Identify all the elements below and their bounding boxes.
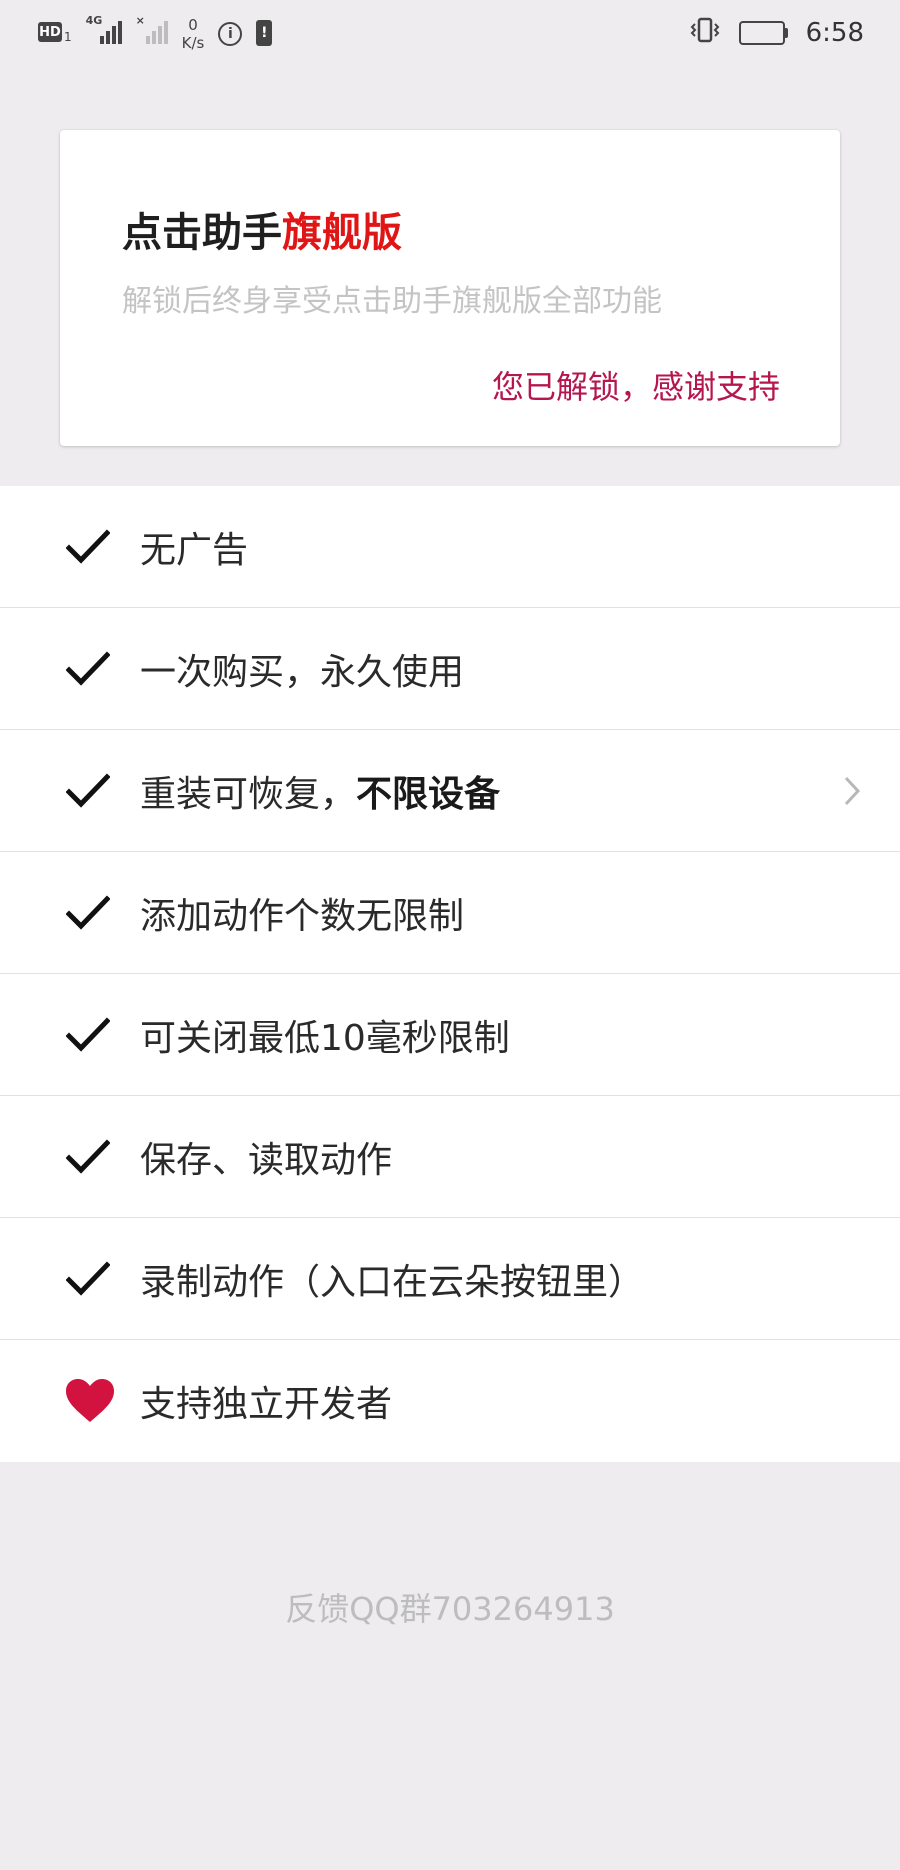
chevron-right-icon[interactable] bbox=[842, 730, 862, 851]
net-speed-value: 0 bbox=[188, 16, 198, 34]
info-icon: i bbox=[218, 22, 243, 46]
status-bar-left: HD 1 4G × 0 K/s i ! bbox=[38, 14, 273, 52]
check-icon bbox=[66, 608, 110, 729]
check-icon bbox=[66, 974, 110, 1095]
feature-row: 一次购买，永久使用 bbox=[0, 608, 900, 730]
feature-row: 保存、读取动作 bbox=[0, 1096, 900, 1218]
feature-row[interactable]: 重装可恢复，不限设备 bbox=[0, 730, 900, 852]
feature-label: 一次购买，永久使用 bbox=[140, 651, 465, 693]
net-speed: 0 K/s bbox=[182, 16, 205, 52]
card-title: 点击助手旗舰版 bbox=[122, 200, 402, 258]
battery-icon bbox=[738, 21, 788, 45]
sim-number: 1 bbox=[64, 30, 72, 44]
status-bar-right: 6:58 bbox=[689, 16, 864, 50]
feature-list: 无广告一次购买，永久使用 重装可恢复，不限设备 添加动作个数无限制可关闭最低10毫秒… bbox=[0, 486, 900, 1462]
clock: 6:58 bbox=[805, 18, 864, 48]
feature-row: 录制动作（入口在云朵按钮里） bbox=[0, 1218, 900, 1340]
card-title-main: 点击助手 bbox=[122, 210, 282, 256]
net-speed-unit: K/s bbox=[181, 34, 205, 52]
feature-row: 支持独立开发者 bbox=[0, 1340, 900, 1462]
feature-label: 重装可恢复，不限设备 bbox=[140, 773, 501, 815]
heart-icon bbox=[64, 1340, 116, 1462]
check-icon bbox=[66, 852, 110, 973]
check-icon bbox=[66, 486, 110, 607]
feature-row: 可关闭最低10毫秒限制 bbox=[0, 974, 900, 1096]
hd-icon: HD bbox=[38, 22, 62, 42]
card-title-accent: 旗舰版 bbox=[282, 210, 402, 256]
signal-4g-icon: 4G bbox=[85, 14, 122, 44]
feature-row: 添加动作个数无限制 bbox=[0, 852, 900, 974]
feature-label: 可关闭最低10毫秒限制 bbox=[140, 1017, 510, 1059]
check-icon bbox=[66, 730, 110, 851]
feature-label: 保存、读取动作 bbox=[140, 1139, 393, 1181]
check-icon bbox=[66, 1096, 110, 1217]
network-type: 4G bbox=[85, 14, 103, 27]
feature-label: 录制动作（入口在云朵按钮里） bbox=[140, 1261, 645, 1303]
feature-row: 无广告 bbox=[0, 486, 900, 608]
status-bar: HD 1 4G × 0 K/s i ! 6:58 bbox=[0, 0, 900, 72]
card-subtitle: 解锁后终身享受点击助手旗舰版全部功能 bbox=[122, 284, 662, 319]
feedback-qq-group[interactable]: 反馈QQ群703264913 bbox=[0, 1584, 900, 1630]
unlock-status[interactable]: 您已解锁，感谢支持 bbox=[492, 362, 780, 408]
feature-label: 添加动作个数无限制 bbox=[140, 895, 465, 937]
battery-alert-icon: ! bbox=[256, 20, 273, 46]
feature-label: 支持独立开发者 bbox=[140, 1384, 393, 1425]
flagship-card: 点击助手旗舰版 解锁后终身享受点击助手旗舰版全部功能 您已解锁，感谢支持 bbox=[60, 130, 840, 446]
feature-label-bold: 不限设备 bbox=[356, 773, 501, 815]
feature-label: 无广告 bbox=[140, 529, 249, 571]
check-icon bbox=[66, 1218, 110, 1339]
signal-no-sim-icon: × bbox=[136, 14, 168, 44]
vibrate-icon bbox=[689, 16, 721, 50]
